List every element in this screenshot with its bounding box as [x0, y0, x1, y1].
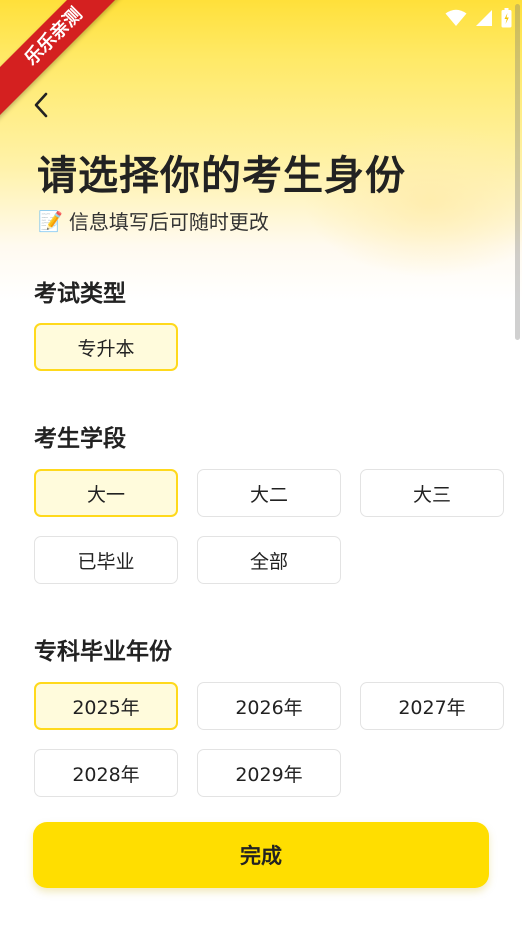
option-label: 专升本 [77, 337, 135, 360]
done-button[interactable]: 完成 [33, 822, 489, 888]
back-button[interactable] [26, 90, 56, 124]
option-label: 2026年 [235, 696, 303, 719]
option-label: 全部 [249, 550, 288, 573]
option-exam-type-zhuanshengben[interactable]: 专升本 [34, 323, 178, 371]
memo-icon: 📝 [38, 208, 63, 233]
option-stage-all[interactable]: 全部 [197, 536, 341, 584]
option-stage-freshman[interactable]: 大一 [34, 469, 178, 517]
status-bar [445, 8, 512, 28]
subtitle-text: 信息填写后可随时更改 [68, 210, 269, 234]
option-label: 2028年 [72, 763, 140, 786]
option-label: 2027年 [398, 696, 466, 719]
option-stage-junior[interactable]: 大三 [360, 469, 504, 517]
option-stage-sophomore[interactable]: 大二 [197, 469, 341, 517]
option-label: 大一 [86, 483, 125, 506]
page-title: 请选择你的考生身份 [37, 153, 406, 199]
option-year-2027[interactable]: 2027年 [360, 682, 504, 730]
option-label: 2025年 [72, 696, 140, 719]
battery-icon [501, 8, 512, 28]
section-title-grad-year: 专科毕业年份 [34, 639, 172, 665]
option-year-2026[interactable]: 2026年 [197, 682, 341, 730]
option-label: 2029年 [235, 763, 303, 786]
option-stage-graduated[interactable]: 已毕业 [34, 536, 178, 584]
wifi-icon [445, 9, 467, 27]
done-label: 完成 [240, 844, 282, 868]
cellular-signal-icon [475, 9, 493, 27]
subtitle-row: 📝 信息填写后可随时更改 [38, 206, 269, 235]
option-year-2025[interactable]: 2025年 [34, 682, 178, 730]
option-label: 大三 [412, 483, 451, 506]
option-label: 大二 [249, 483, 288, 506]
option-year-2028[interactable]: 2028年 [34, 749, 178, 797]
option-year-2029[interactable]: 2029年 [197, 749, 341, 797]
section-title-exam-type: 考试类型 [34, 281, 126, 307]
scrollbar[interactable] [515, 4, 520, 340]
section-title-stage: 考生学段 [34, 426, 126, 452]
chevron-left-icon [33, 92, 49, 122]
option-label: 已毕业 [77, 550, 135, 573]
